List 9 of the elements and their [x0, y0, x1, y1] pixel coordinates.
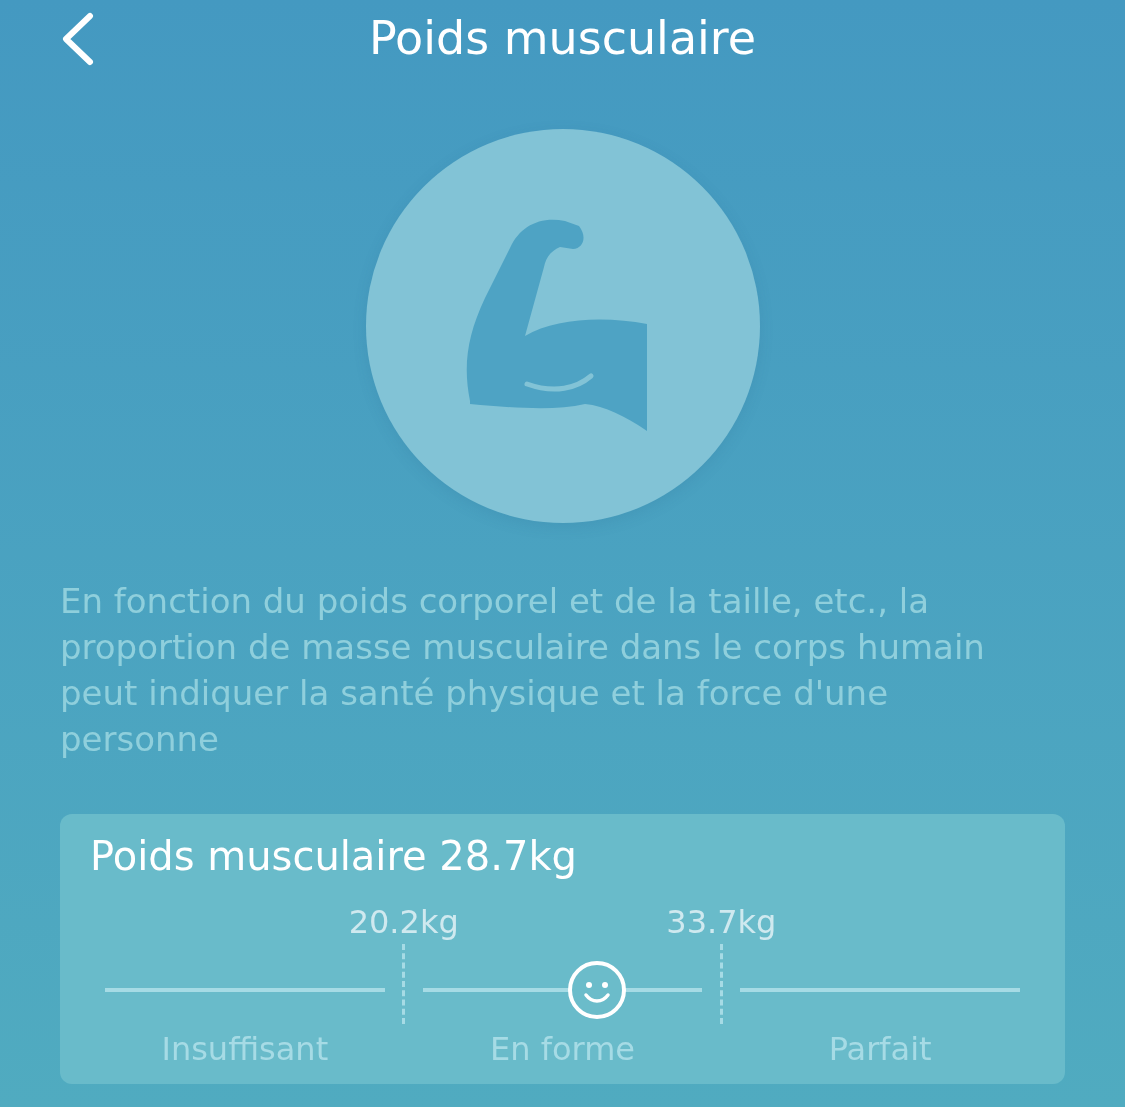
threshold-label: 20.2kg: [348, 902, 459, 943]
threshold-label: 33.7kg: [666, 902, 777, 943]
back-icon[interactable]: [60, 12, 94, 66]
card-title: Poids musculaire 28.7kg: [90, 832, 578, 880]
range-label: Insuffisant: [161, 1030, 329, 1068]
page-title: Poids musculaire: [368, 11, 757, 65]
description-text: En fonction du poids corporel et de la taille, etc., la proportion de masse musculaire dans le corps humain peut indiquer la santé physique et la force d'une personne: [60, 580, 986, 761]
range-label: En forme: [490, 1030, 635, 1068]
range-label: Parfait: [828, 1030, 932, 1068]
